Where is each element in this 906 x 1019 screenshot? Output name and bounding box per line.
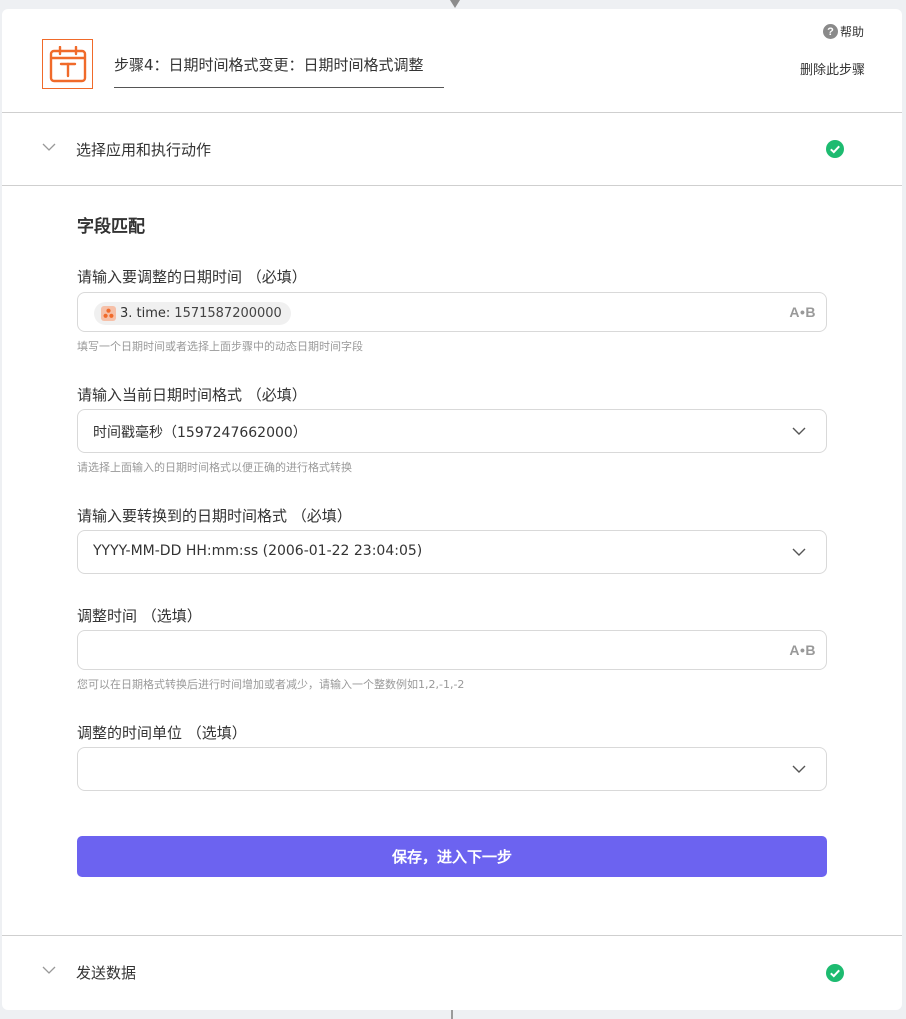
field-mapping-panel: 字段匹配 请输入要调整的日期时间 （必填） 3. time: 157158720… [2,186,902,936]
save-next-button[interactable]: 保存，进入下一步 [77,836,827,877]
section-label: 发送数据 [76,964,137,982]
target-format-select[interactable]: YYYY-MM-DD HH:mm:ss (2006-01-22 23:04:05… [77,530,827,574]
section-send-data[interactable]: 发送数据 [2,936,902,1009]
check-circle-icon [826,963,844,982]
time-unit-select[interactable] [77,747,827,791]
select-value: 时间戳毫秒（1597247662000） [93,425,307,441]
chevron-down-icon [42,143,56,151]
select-value: YYYY-MM-DD HH:mm:ss (2006-01-22 23:04:05… [93,543,423,559]
section-label: 选择应用和执行动作 [76,140,212,159]
chevron-down-icon [42,966,56,974]
chevron-down-icon [792,765,806,773]
flow-connector-arrow [450,0,460,8]
text-format-icon[interactable]: A•B [789,642,816,658]
delete-step-link[interactable]: 删除此步骤 [800,59,865,78]
field-label: 请输入当前日期时间格式 （必填） [77,386,307,404]
current-format-select[interactable]: 时间戳毫秒（1597247662000） [77,409,827,453]
help-link[interactable]: ? 帮助 [822,23,864,40]
calendar-text-icon [42,39,93,89]
adjust-time-input[interactable]: A•B [77,630,827,670]
text-format-icon[interactable]: A•B [789,304,816,320]
app-icon [101,306,116,321]
datetime-input[interactable]: 3. time: 1571587200000 A•B [77,292,827,332]
field-hint: 填写一个日期时间或者选择上面步骤中的动态日期时间字段 [77,340,363,353]
check-circle-icon [826,140,844,158]
step-title-input[interactable]: 步骤4：日期时间格式变更：日期时间格式调整 [114,53,444,88]
pill-step-label: 3. time: [120,306,171,321]
pill-value: 1571587200000 [174,306,282,321]
chevron-down-icon [792,548,806,556]
field-label: 调整时间 （选填） [77,607,202,625]
chevron-down-icon [792,427,806,435]
section-app-action[interactable]: 选择应用和执行动作 [2,113,902,186]
field-label: 调整的时间单位 （选填） [77,724,247,742]
field-label: 请输入要转换到的日期时间格式 （必填） [77,507,352,525]
step-card: 步骤4：日期时间格式变更：日期时间格式调整 ? 帮助 删除此步骤 选择应用和执行… [2,9,902,1010]
step-header: 步骤4：日期时间格式变更：日期时间格式调整 ? 帮助 删除此步骤 [2,9,902,113]
help-label: 帮助 [839,25,864,39]
flow-connector-line [451,1010,453,1019]
field-label: 请输入要调整的日期时间 （必填） [77,268,307,286]
field-mapping-title: 字段匹配 [77,217,145,237]
help-icon: ? [822,24,838,39]
field-hint: 您可以在日期格式转换后进行时间增加或者减少，请输入一个整数例如1,2,-1,-2 [77,678,465,691]
dynamic-field-pill[interactable]: 3. time: 1571587200000 [94,302,291,325]
field-hint: 请选择上面输入的日期时间格式以便正确的进行格式转换 [77,461,352,474]
